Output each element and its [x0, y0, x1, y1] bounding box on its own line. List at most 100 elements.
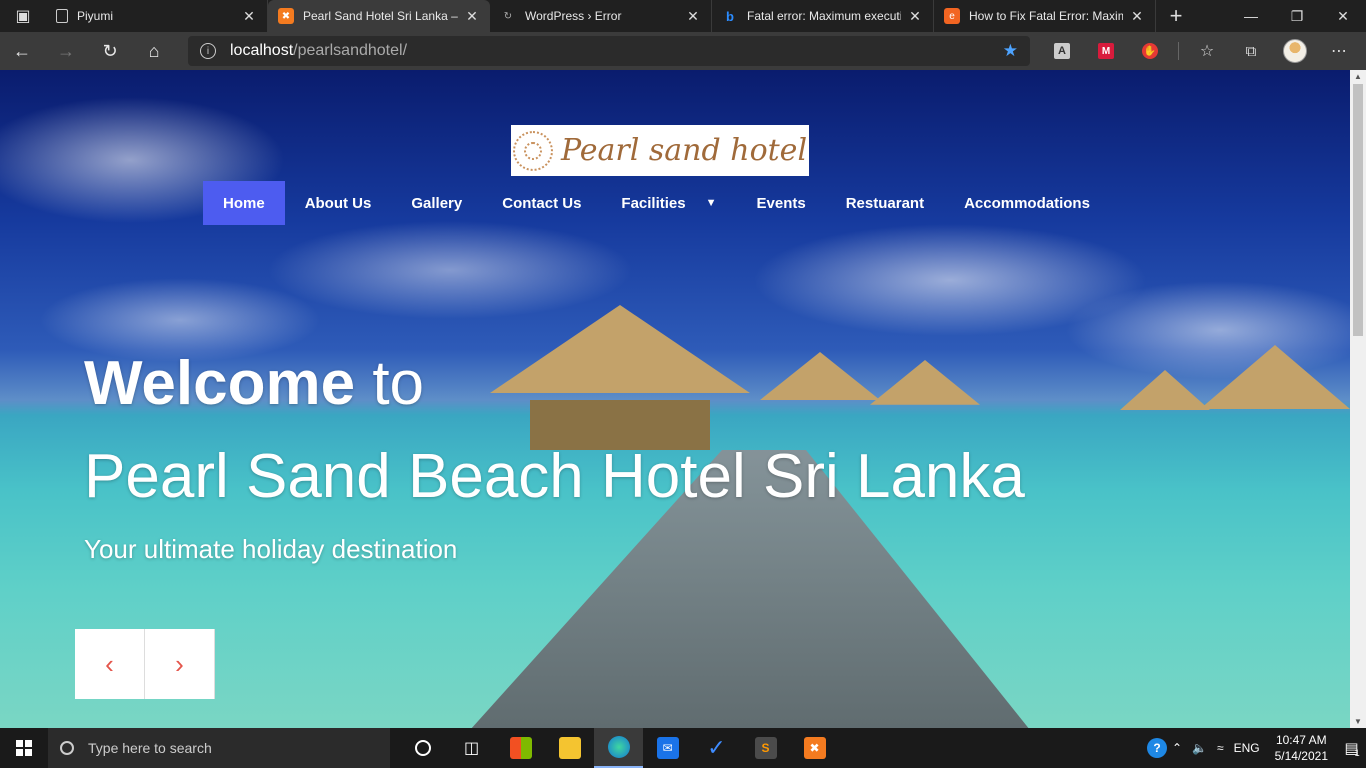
back-button[interactable]: ← — [0, 32, 44, 70]
bing-icon: b — [726, 8, 734, 24]
close-tab-icon[interactable]: ✕ — [1129, 8, 1145, 25]
checkmark-icon: ✓ — [707, 735, 726, 760]
todo-button[interactable]: ✓ — [692, 728, 741, 768]
tab-fatal-error[interactable]: b Fatal error: Maximum executi ✕ — [712, 0, 934, 32]
reload-button[interactable]: ↻ — [88, 32, 132, 70]
nav-events[interactable]: Events — [737, 181, 826, 225]
logo-sun-icon — [512, 130, 553, 171]
windows-taskbar: Type here to search ◫ ✉ ✓ S ✖ ? ⌃ 🔈 ≈ EN… — [0, 728, 1366, 768]
start-button[interactable] — [0, 728, 48, 768]
nav-accommodations[interactable]: Accommodations — [944, 181, 1110, 225]
nav-facilities[interactable]: Facilities ▼ — [601, 181, 736, 225]
scrollbar-thumb[interactable] — [1353, 84, 1363, 336]
forward-button[interactable]: → — [44, 32, 88, 70]
avatar — [1283, 39, 1307, 63]
collections-button[interactable]: ⧉ — [1229, 43, 1273, 60]
sublime-button[interactable]: S — [741, 728, 790, 768]
mail-button[interactable]: ✉ — [643, 728, 692, 768]
site-logo[interactable]: Pearl sand hotel — [511, 125, 809, 176]
xampp-icon: ✖ — [803, 737, 826, 759]
close-tab-icon[interactable]: ✕ — [241, 8, 257, 25]
file-explorer-button[interactable] — [545, 728, 594, 768]
taskbar-search[interactable]: Type here to search — [48, 728, 390, 768]
nav-gallery[interactable]: Gallery — [391, 181, 482, 225]
close-tab-icon[interactable]: ✕ — [907, 8, 923, 25]
extensions-area: A M ✋ ☆ ⧉ ⋯ — [1040, 32, 1361, 70]
mail-icon: ✉ — [656, 737, 679, 759]
close-tab-icon[interactable]: ✕ — [464, 8, 480, 25]
home-button[interactable]: ⌂ — [132, 32, 176, 70]
minimize-icon[interactable]: — — [1228, 0, 1274, 32]
chevron-down-icon[interactable]: ▼ — [706, 197, 717, 209]
cortana-icon — [414, 740, 431, 756]
tab-title: How to Fix Fatal Error: Maxim — [969, 9, 1123, 23]
clock-time: 10:47 AM — [1275, 733, 1327, 747]
info-icon[interactable]: i — [200, 43, 216, 59]
notification-count: 1 — [1354, 748, 1360, 758]
nav-restaurant[interactable]: Restuarant — [826, 181, 944, 225]
browser-toolbar: ← → ↻ ⌂ i localhost/pearlsandhotel/ ★ A … — [0, 32, 1366, 70]
volume-icon[interactable]: 🔈 — [1187, 741, 1212, 755]
nav-home[interactable]: Home — [203, 181, 285, 225]
close-tab-icon[interactable]: ✕ — [685, 8, 701, 25]
hero-tagline: Your ultimate holiday destination — [84, 534, 458, 564]
extension-button[interactable]: A — [1040, 43, 1084, 59]
page-scrollbar[interactable]: ▲ ▼ — [1350, 70, 1366, 728]
tab-title: Piyumi — [77, 9, 114, 23]
xampp-button[interactable]: ✖ — [790, 728, 839, 768]
slider-prev-button[interactable]: ‹ — [75, 629, 145, 699]
tab-wordpress-error[interactable]: ↻ WordPress › Error ✕ — [490, 0, 712, 32]
search-placeholder: Type here to search — [88, 740, 212, 756]
site-icon: e — [944, 8, 960, 24]
favorites-button[interactable]: ☆ — [1185, 41, 1229, 61]
address-bar[interactable]: i localhost/pearlsandhotel/ ★ — [188, 36, 1030, 66]
hero-text: Welcome to Pearl Sand Beach Hotel Sri La… — [84, 350, 1025, 565]
scroll-down-icon[interactable]: ▼ — [1350, 717, 1366, 726]
extension-hand-icon: ✋ — [1142, 43, 1158, 59]
xampp-icon: ✖ — [278, 8, 294, 24]
chevron-left-icon: ‹ — [105, 648, 114, 679]
task-view-icon: ◫ — [463, 740, 480, 757]
clock[interactable]: 10:47 AM 5/14/2021 — [1265, 732, 1338, 764]
hero-welcome-light: to — [372, 349, 425, 418]
hero-welcome-bold: Welcome — [84, 349, 356, 418]
home-icon: ⌂ — [148, 40, 160, 61]
task-view-button[interactable]: ◫ — [447, 728, 496, 768]
url-text: localhost/pearlsandhotel/ — [230, 42, 407, 60]
forward-arrow-icon: → — [57, 40, 75, 61]
nav-contact-us[interactable]: Contact Us — [482, 181, 601, 225]
new-tab-button[interactable]: + — [1156, 0, 1196, 32]
cortana-button[interactable] — [398, 728, 447, 768]
window-controls: — ❐ ✕ — [1228, 0, 1366, 32]
tab-how-to-fix[interactable]: e How to Fix Fatal Error: Maxim ✕ — [934, 0, 1156, 32]
wifi-icon[interactable]: ≈ — [1212, 741, 1229, 755]
tab-pearl-sand-hotel[interactable]: ✖ Pearl Sand Hotel Sri Lanka – F ✕ — [268, 0, 490, 32]
tab-piyumi[interactable]: Piyumi ✕ — [46, 0, 268, 32]
slider-next-button[interactable]: › — [145, 629, 215, 699]
help-icon[interactable]: ? — [1146, 738, 1167, 758]
nav-facilities-label: Facilities — [621, 194, 686, 212]
edge-button[interactable] — [594, 728, 643, 768]
collections-icon: ⧉ — [1245, 42, 1257, 60]
slider-controls: ‹ › — [75, 629, 215, 699]
decorative-hut — [1120, 370, 1210, 410]
extension-button[interactable]: M — [1084, 43, 1128, 59]
chevron-right-icon: › — [175, 648, 184, 679]
clock-date: 5/14/2021 — [1274, 749, 1328, 763]
extension-button[interactable]: ✋ — [1128, 43, 1172, 59]
favorites-icon: ☆ — [1199, 43, 1215, 60]
scroll-up-icon[interactable]: ▲ — [1350, 72, 1366, 81]
favorite-star-icon[interactable]: ★ — [1003, 41, 1018, 61]
system-tray: ? ⌃ 🔈 ≈ ENG 10:47 AM 5/14/2021 ▤ 1 — [1146, 732, 1366, 764]
profile-button[interactable] — [1273, 39, 1317, 63]
store-button[interactable] — [496, 728, 545, 768]
nav-about-us[interactable]: About Us — [285, 181, 392, 225]
language-indicator[interactable]: ENG — [1229, 741, 1265, 755]
notifications-button[interactable]: ▤ 1 — [1338, 738, 1366, 758]
close-window-icon[interactable]: ✕ — [1320, 0, 1366, 32]
tab-actions-button[interactable]: ▣ — [0, 0, 46, 32]
maximize-icon[interactable]: ❐ — [1274, 0, 1320, 32]
settings-menu-button[interactable]: ⋯ — [1317, 41, 1361, 61]
browser-tab-bar: ▣ Piyumi ✕ ✖ Pearl Sand Hotel Sri Lanka … — [0, 0, 1366, 32]
chevron-up-icon[interactable]: ⌃ — [1167, 741, 1187, 755]
